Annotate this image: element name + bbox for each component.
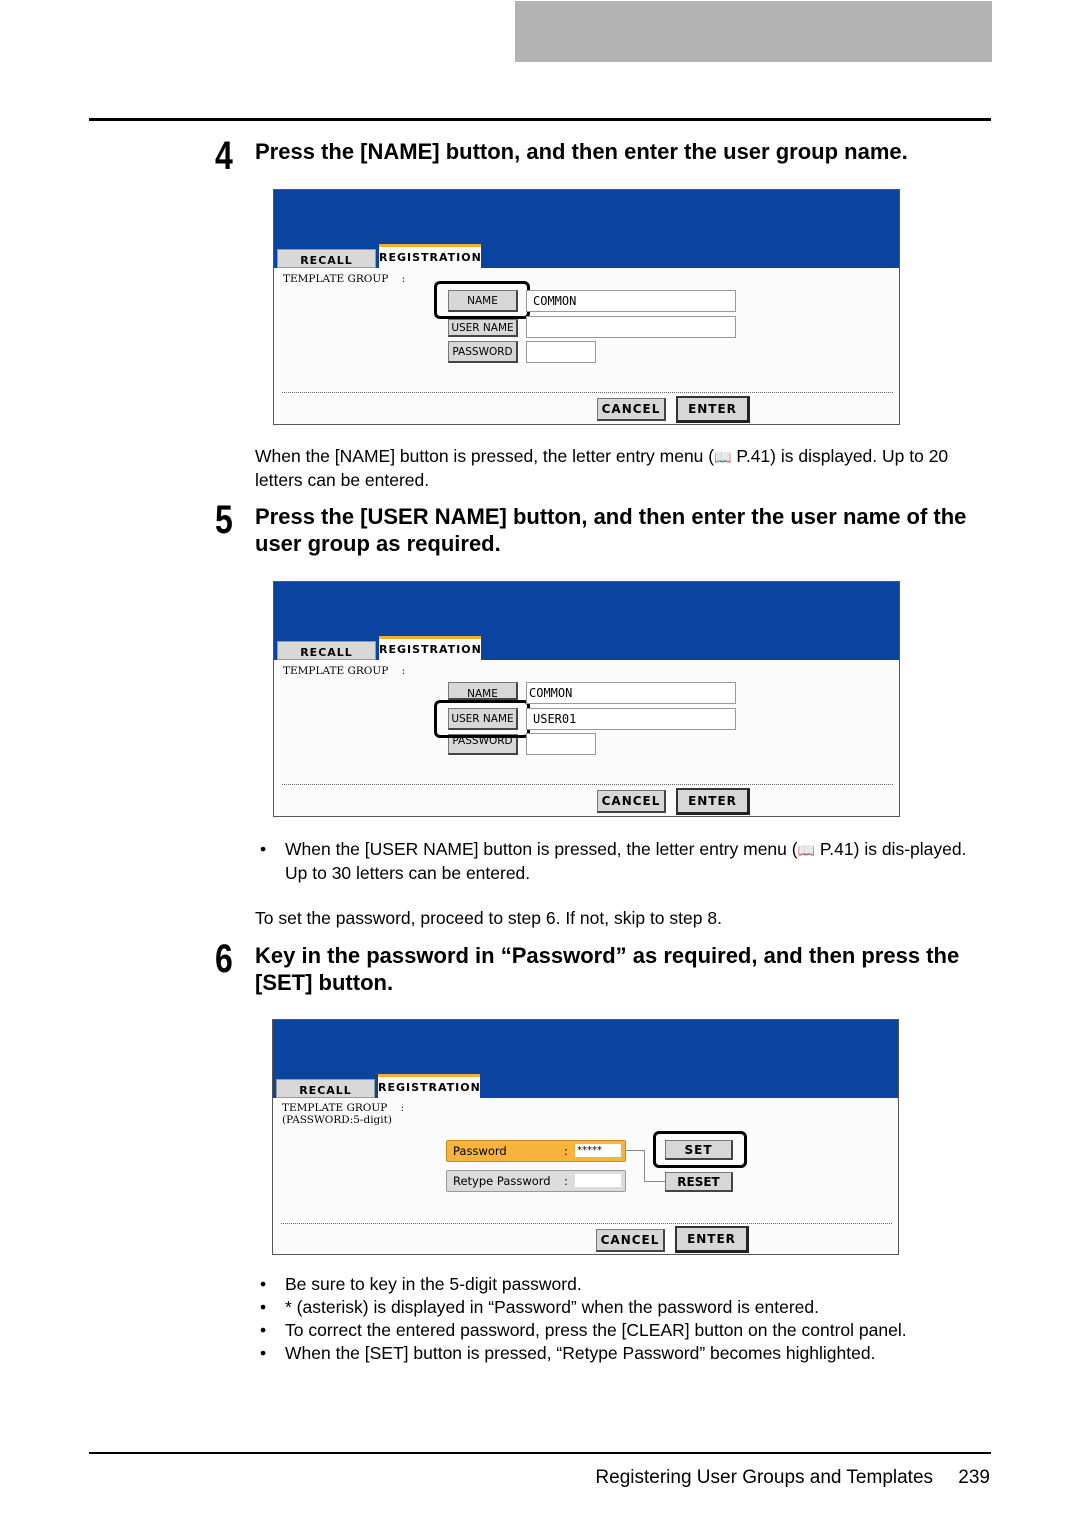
book-icon: 📖 bbox=[797, 842, 816, 858]
step-number: 5 bbox=[215, 498, 233, 542]
tab-registration[interactable]: REGISTRATION bbox=[378, 1074, 480, 1099]
password-value: ***** bbox=[575, 1144, 621, 1157]
step-heading: Press the [USER NAME] button, and then e… bbox=[255, 504, 967, 556]
touch-panel-user-name: RECALL REGISTRATION TEMPLATE GROUP : NAM… bbox=[273, 581, 900, 817]
password-hint: (PASSWORD:5-digit) bbox=[282, 1114, 392, 1126]
template-group-label: TEMPLATE GROUP : bbox=[283, 665, 406, 677]
top-rule bbox=[89, 118, 991, 121]
password-field[interactable] bbox=[526, 733, 596, 755]
password-input-row[interactable]: Password : ***** bbox=[446, 1140, 626, 1162]
connector-line bbox=[644, 1181, 665, 1182]
touch-panel-name: RECALL REGISTRATION TEMPLATE GROUP : USE… bbox=[273, 189, 900, 425]
password-field[interactable] bbox=[526, 341, 596, 363]
divider bbox=[281, 1223, 892, 1224]
bullet-item: When the [USER NAME] button is pressed, … bbox=[260, 838, 980, 885]
footer-title: Registering User Groups and Templates bbox=[595, 1467, 934, 1488]
tab-registration[interactable]: REGISTRATION bbox=[379, 636, 481, 661]
name-button[interactable]: NAME bbox=[448, 682, 518, 700]
footer: Registering User Groups and Templates 23… bbox=[595, 1467, 990, 1489]
enter-button[interactable]: ENTER bbox=[676, 396, 750, 423]
page-number: 239 bbox=[958, 1467, 990, 1488]
user-name-button[interactable]: USER NAME bbox=[448, 319, 518, 337]
divider bbox=[282, 784, 893, 785]
step-number: 6 bbox=[215, 937, 233, 981]
bullet-item: To correct the entered password, press t… bbox=[260, 1319, 980, 1342]
cancel-button[interactable]: CANCEL bbox=[597, 790, 666, 813]
touch-panel-password: RECALL REGISTRATION TEMPLATE GROUP : (PA… bbox=[272, 1019, 899, 1255]
header-bar bbox=[515, 1, 992, 62]
enter-button[interactable]: ENTER bbox=[676, 788, 750, 815]
connector-line bbox=[626, 1150, 644, 1151]
manual-page: 4 Press the [NAME] button, and then ente… bbox=[0, 0, 1080, 1526]
highlight-box bbox=[434, 700, 530, 738]
template-group-label: TEMPLATE GROUP : bbox=[282, 1102, 405, 1114]
divider bbox=[282, 392, 893, 393]
tab-recall[interactable]: RECALL bbox=[276, 1079, 375, 1098]
bullet-item: Be sure to key in the 5-digit password. bbox=[260, 1273, 980, 1296]
bottom-rule bbox=[89, 1452, 991, 1454]
tab-recall[interactable]: RECALL bbox=[277, 249, 376, 268]
template-group-label: TEMPLATE GROUP : bbox=[283, 273, 406, 285]
retype-password-value bbox=[575, 1174, 621, 1187]
tab-recall[interactable]: RECALL bbox=[277, 641, 376, 660]
name-field[interactable]: COMMON bbox=[526, 682, 736, 704]
tab-registration[interactable]: REGISTRATION bbox=[379, 244, 481, 269]
cancel-button[interactable]: CANCEL bbox=[596, 1229, 665, 1252]
step5-bullets: When the [USER NAME] button is pressed, … bbox=[260, 838, 980, 885]
user-name-field[interactable]: USER01 bbox=[526, 708, 736, 730]
password-button[interactable]: PASSWORD bbox=[448, 341, 518, 363]
enter-button[interactable]: ENTER bbox=[675, 1226, 749, 1253]
highlight-box bbox=[653, 1131, 747, 1168]
highlight-box bbox=[434, 281, 530, 319]
step5-note: To set the password, proceed to step 6. … bbox=[255, 908, 722, 928]
bullet-item: * (asterisk) is displayed in “Password” … bbox=[260, 1296, 980, 1319]
bullet-item: When the [SET] button is pressed, “Retyp… bbox=[260, 1342, 980, 1365]
step-number: 4 bbox=[215, 134, 233, 178]
connector-line bbox=[644, 1150, 645, 1182]
step6-bullets: Be sure to key in the 5-digit password. … bbox=[260, 1273, 980, 1365]
user-name-field[interactable] bbox=[526, 316, 736, 338]
step4-note: When the [NAME] button is pressed, the l… bbox=[255, 446, 949, 490]
retype-password-row[interactable]: Retype Password : bbox=[446, 1170, 626, 1192]
cancel-button[interactable]: CANCEL bbox=[597, 398, 666, 421]
step-heading: Key in the password in “Password” as req… bbox=[255, 943, 960, 995]
book-icon: 📖 bbox=[714, 449, 732, 465]
name-field[interactable]: COMMON bbox=[526, 290, 736, 312]
reset-button[interactable]: RESET bbox=[665, 1172, 733, 1192]
step-heading: Press the [NAME] button, and then enter … bbox=[255, 139, 908, 164]
